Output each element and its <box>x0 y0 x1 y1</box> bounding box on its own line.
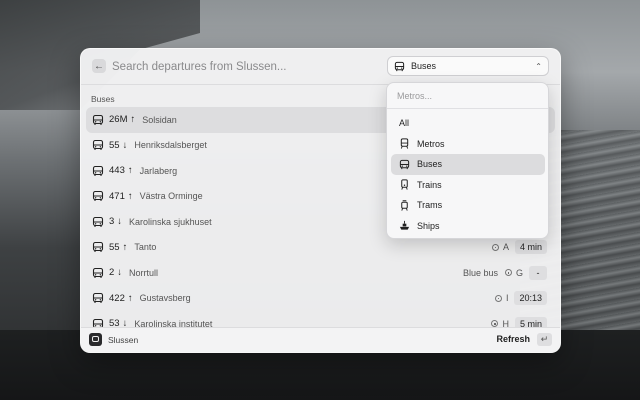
destination: Henriksdalsberget <box>134 140 207 151</box>
bus-icon <box>394 61 405 72</box>
departure-meta: I 20:13 <box>494 286 547 312</box>
departure-time: 20:13 <box>514 291 547 306</box>
line-number: 443 <box>109 165 125 177</box>
dropdown-option-label: Ships <box>417 220 440 231</box>
arrow-left-icon: ← <box>94 60 104 72</box>
destination: Gustavsberg <box>139 293 191 304</box>
direction-arrow-icon: ↑ <box>122 241 128 253</box>
filter-selected-label: Buses <box>411 61 437 71</box>
dropdown-option-label: Buses <box>417 159 443 170</box>
departure-meta: Blue bus G - <box>463 260 547 286</box>
dropdown-option-metros[interactable]: Metros <box>391 134 545 155</box>
departure-time: 4 min <box>514 240 547 255</box>
search-bar: ← Buses ⌃ <box>81 49 560 85</box>
refresh-button[interactable]: Refresh <box>496 334 530 344</box>
bus-icon <box>92 267 104 279</box>
dropdown-option-all[interactable]: All <box>391 113 545 134</box>
destination: Tanto <box>134 242 157 253</box>
search-input[interactable] <box>112 59 352 75</box>
bus-icon <box>92 241 104 253</box>
departure-time: - <box>529 265 547 280</box>
dropdown-options: All Metros Buses Trains Trams Ships <box>391 113 545 236</box>
departure-row[interactable]: 2 ↓ Norrtull Blue bus G - <box>86 260 555 286</box>
direction-arrow-icon: ↓ <box>122 139 128 151</box>
destination: Västra Orminge <box>139 191 203 202</box>
bus-icon <box>92 139 104 151</box>
metro-icon <box>399 138 410 149</box>
dropdown-search-input[interactable] <box>397 89 537 103</box>
line-number: 26M <box>109 114 128 126</box>
back-button[interactable]: ← <box>92 59 106 73</box>
dropdown-option-buses[interactable]: Buses <box>391 154 545 175</box>
transport-filter-dropdown: All Metros Buses Trains Trams Ships <box>386 82 549 239</box>
bus-icon <box>399 159 410 170</box>
line-number: 3 <box>109 216 115 228</box>
line-number: 2 <box>109 267 115 279</box>
dropdown-option-label: All <box>399 118 410 129</box>
direction-arrow-icon: ↑ <box>127 190 133 202</box>
chevron-up-icon: ⌃ <box>535 61 542 71</box>
dropdown-option-ships[interactable]: Ships <box>391 216 545 237</box>
stop-point-icon <box>491 243 499 251</box>
destination: Norrtull <box>129 267 159 278</box>
vehicle-note: Blue bus <box>462 267 498 278</box>
tram-icon <box>399 200 410 211</box>
enter-key-icon: ↵ <box>537 333 552 346</box>
section-title: Buses <box>91 94 115 104</box>
stop-point: I <box>494 293 509 304</box>
line-number: 471 <box>109 190 125 202</box>
app-icon <box>89 333 102 346</box>
dropdown-option-label: Metros <box>417 138 445 149</box>
direction-arrow-icon: ↓ <box>117 267 123 279</box>
bus-icon <box>92 165 104 177</box>
destination: Karolinska sjukhuset <box>129 216 212 227</box>
bus-icon <box>92 216 104 228</box>
line-number: 422 <box>109 292 125 304</box>
dropdown-option-trains[interactable]: Trains <box>391 175 545 196</box>
bus-icon <box>92 292 104 304</box>
direction-arrow-icon: ↑ <box>130 114 136 126</box>
direction-arrow-icon: ↑ <box>127 165 133 177</box>
footer: Slussen Refresh ↵ <box>81 327 560 352</box>
train-icon <box>399 179 410 190</box>
departure-row[interactable]: 422 ↑ Gustavsberg I 20:13 <box>86 286 555 312</box>
stop-point: A <box>491 242 509 253</box>
direction-arrow-icon: ↓ <box>117 216 123 228</box>
dropdown-option-label: Trains <box>417 179 442 190</box>
stop-point-label: I <box>505 293 509 304</box>
stop-point-icon <box>494 294 502 302</box>
stop-point-label: G <box>515 267 523 278</box>
bus-icon <box>92 190 104 202</box>
transport-filter-select[interactable]: Buses ⌃ <box>387 56 549 76</box>
ship-icon <box>399 220 410 231</box>
dropdown-option-trams[interactable]: Trams <box>391 195 545 216</box>
destination: Solsidan <box>142 114 177 125</box>
stop-point-icon <box>504 269 512 277</box>
line-number: 55 <box>109 241 120 253</box>
stop-point-label: A <box>502 242 509 253</box>
bus-icon <box>92 114 104 126</box>
dropdown-option-label: Trams <box>417 200 443 211</box>
direction-arrow-icon: ↑ <box>127 292 133 304</box>
stop-point: G <box>504 267 523 278</box>
line-number: 55 <box>109 139 120 151</box>
destination: Jarlaberg <box>139 165 178 176</box>
divider <box>387 108 548 109</box>
footer-location: Slussen <box>108 335 139 345</box>
